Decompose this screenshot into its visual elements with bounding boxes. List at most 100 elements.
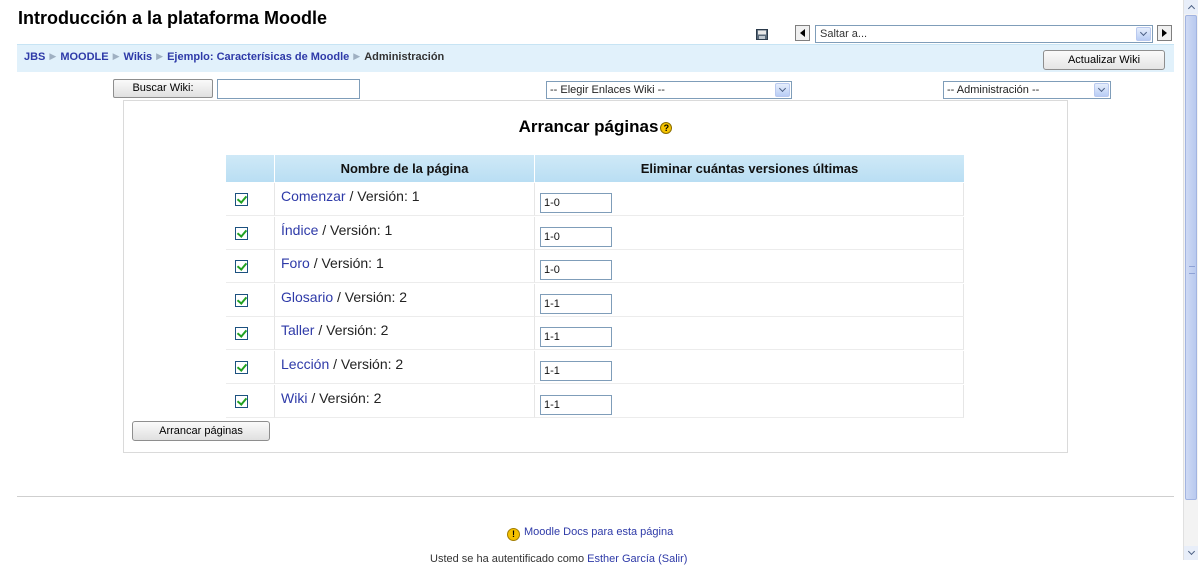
page-link[interactable]: Lección xyxy=(281,356,329,372)
previous-activity-button[interactable] xyxy=(795,25,810,41)
table-cell-page: Índice / Versión: 1 xyxy=(275,217,535,250)
next-activity-button[interactable] xyxy=(1157,25,1172,41)
breadcrumb-item-jbs[interactable]: JBS xyxy=(24,51,45,63)
version-prefix: / Versión: xyxy=(322,222,381,238)
page-link[interactable]: Comenzar xyxy=(281,188,346,204)
page-checkbox[interactable] xyxy=(235,294,248,307)
remove-versions-input[interactable]: 1-0 xyxy=(540,260,612,280)
table-row: Índice / Versión: 1 1-0 xyxy=(226,217,964,250)
version-prefix: / Versión: xyxy=(349,188,408,204)
update-wiki-button[interactable]: Actualizar Wiki xyxy=(1043,50,1165,70)
page-checkbox[interactable] xyxy=(235,227,248,240)
vertical-scrollbar[interactable] xyxy=(1183,0,1198,560)
moodle-docs-link[interactable]: Moodle Docs para esta página xyxy=(524,526,673,538)
column-header-select xyxy=(226,155,274,182)
version-number: 2 xyxy=(399,289,408,305)
chevron-down-icon[interactable] xyxy=(1136,27,1151,41)
panel-heading-text: Arrancar páginas xyxy=(518,117,659,136)
page-link[interactable]: Foro xyxy=(281,255,310,271)
breadcrumb-separator-icon: ▶ xyxy=(49,51,57,61)
table-cell-page: Lección / Versión: 2 xyxy=(275,351,535,384)
version-number: 2 xyxy=(373,390,382,406)
table-cell-page: Taller / Versión: 2 xyxy=(275,317,535,350)
version-prefix: / Versión: xyxy=(313,255,373,271)
table-cell-remove: 1-0 xyxy=(535,250,964,283)
table-row: Wiki / Versión: 2 1-1 xyxy=(226,385,964,418)
docs-link-container: ! Moodle Docs para esta página xyxy=(507,526,673,541)
breadcrumb-separator-icon: ▶ xyxy=(156,51,164,61)
table-cell-remove: 1-1 xyxy=(535,317,964,350)
version-number: 1 xyxy=(384,222,393,238)
chevron-down-icon[interactable] xyxy=(1094,83,1109,97)
page-checkbox[interactable] xyxy=(235,395,248,408)
page-label: Glosario / Versión: 2 xyxy=(281,289,407,305)
wiki-links-select[interactable]: -- Elegir Enlaces Wiki -- xyxy=(546,81,792,99)
breadcrumb-current: Administración xyxy=(364,51,445,63)
page-checkbox[interactable] xyxy=(235,193,248,206)
table-cell-select xyxy=(226,385,275,418)
page-link[interactable]: Índice xyxy=(281,222,318,238)
table-row: Comenzar / Versión: 1 1-0 xyxy=(226,183,964,216)
chevron-down-icon[interactable] xyxy=(775,83,790,97)
remove-versions-input[interactable]: 1-1 xyxy=(540,327,612,347)
remove-versions-input[interactable]: 1-1 xyxy=(540,294,612,314)
page-label: Foro / Versión: 1 xyxy=(281,255,384,271)
administration-value: -- Administración -- xyxy=(947,84,1040,96)
version-number: 1 xyxy=(375,255,384,271)
version-prefix: / Versión: xyxy=(318,322,377,338)
page-label: Lección / Versión: 2 xyxy=(281,356,403,372)
logout-link[interactable]: (Salir) xyxy=(658,553,687,565)
page-label: Índice / Versión: 1 xyxy=(281,222,392,238)
wiki-links-value: -- Elegir Enlaces Wiki -- xyxy=(550,84,665,96)
scroll-up-button[interactable] xyxy=(1184,0,1198,14)
jump-to-select[interactable]: Saltar a... xyxy=(815,25,1153,43)
table-cell-remove: 1-0 xyxy=(535,183,964,216)
breadcrumb-separator-icon: ▶ xyxy=(353,51,361,61)
version-prefix: / Versión: xyxy=(333,356,392,372)
table-cell-select xyxy=(226,284,275,317)
breadcrumb-separator-icon: ▶ xyxy=(112,51,120,61)
grip-icon xyxy=(1189,266,1195,274)
administration-select[interactable]: -- Administración -- xyxy=(943,81,1111,99)
table-cell-select xyxy=(226,183,275,216)
strip-pages-button[interactable]: Arrancar páginas xyxy=(132,421,270,441)
page-label: Comenzar / Versión: 1 xyxy=(281,188,420,204)
remove-versions-input[interactable]: 1-1 xyxy=(540,361,612,381)
table-cell-page: Wiki / Versión: 2 xyxy=(275,385,535,418)
table-cell-remove: 1-0 xyxy=(535,217,964,250)
column-header-delete-versions: Eliminar cuántas versiones últimas xyxy=(535,155,964,182)
remove-versions-input[interactable]: 1-1 xyxy=(540,395,612,415)
page-link[interactable]: Taller xyxy=(281,322,314,338)
breadcrumb-item-moodle[interactable]: MOODLE xyxy=(60,51,108,63)
navbar: JBS ▶ MOODLE ▶ Wikis ▶ Ejemplo: Caracterísicas… xyxy=(17,44,1174,72)
remove-versions-input[interactable]: 1-0 xyxy=(540,227,612,247)
version-number: 1 xyxy=(411,188,420,204)
page-link[interactable]: Glosario xyxy=(281,289,333,305)
scroll-down-button[interactable] xyxy=(1184,546,1198,560)
table-cell-remove: 1-1 xyxy=(535,284,964,317)
page-link[interactable]: Wiki xyxy=(281,390,307,406)
login-info-text: Usted se ha autentificado como xyxy=(430,553,585,565)
save-icon[interactable] xyxy=(756,29,768,40)
version-prefix: / Versión: xyxy=(311,390,370,406)
table-row: Taller / Versión: 2 1-1 xyxy=(226,317,964,350)
table-row: Glosario / Versión: 2 1-1 xyxy=(226,284,964,317)
page-label: Taller / Versión: 2 xyxy=(281,322,388,338)
login-user-link[interactable]: Esther García xyxy=(587,553,655,565)
help-icon[interactable]: ? xyxy=(660,122,673,134)
table-cell-page: Comenzar / Versión: 1 xyxy=(275,183,535,216)
page-title: Introducción a la plataforma Moodle xyxy=(18,8,328,28)
breadcrumb-item-wikis[interactable]: Wikis xyxy=(124,51,153,63)
version-prefix: / Versión: xyxy=(337,289,396,305)
breadcrumb-item-wiki-example[interactable]: Ejemplo: Caracterísicas de Moodle xyxy=(167,51,349,63)
table-cell-select xyxy=(226,217,275,250)
table-cell-select xyxy=(226,250,275,283)
search-wiki-button[interactable]: Buscar Wiki: xyxy=(113,79,213,98)
panel-heading: Arrancar páginas? xyxy=(124,117,1067,137)
search-wiki-input[interactable] xyxy=(217,79,360,99)
scrollbar-thumb[interactable] xyxy=(1185,15,1197,500)
page-checkbox[interactable] xyxy=(235,260,248,273)
page-checkbox[interactable] xyxy=(235,361,248,374)
page-checkbox[interactable] xyxy=(235,327,248,340)
remove-versions-input[interactable]: 1-0 xyxy=(540,193,612,213)
